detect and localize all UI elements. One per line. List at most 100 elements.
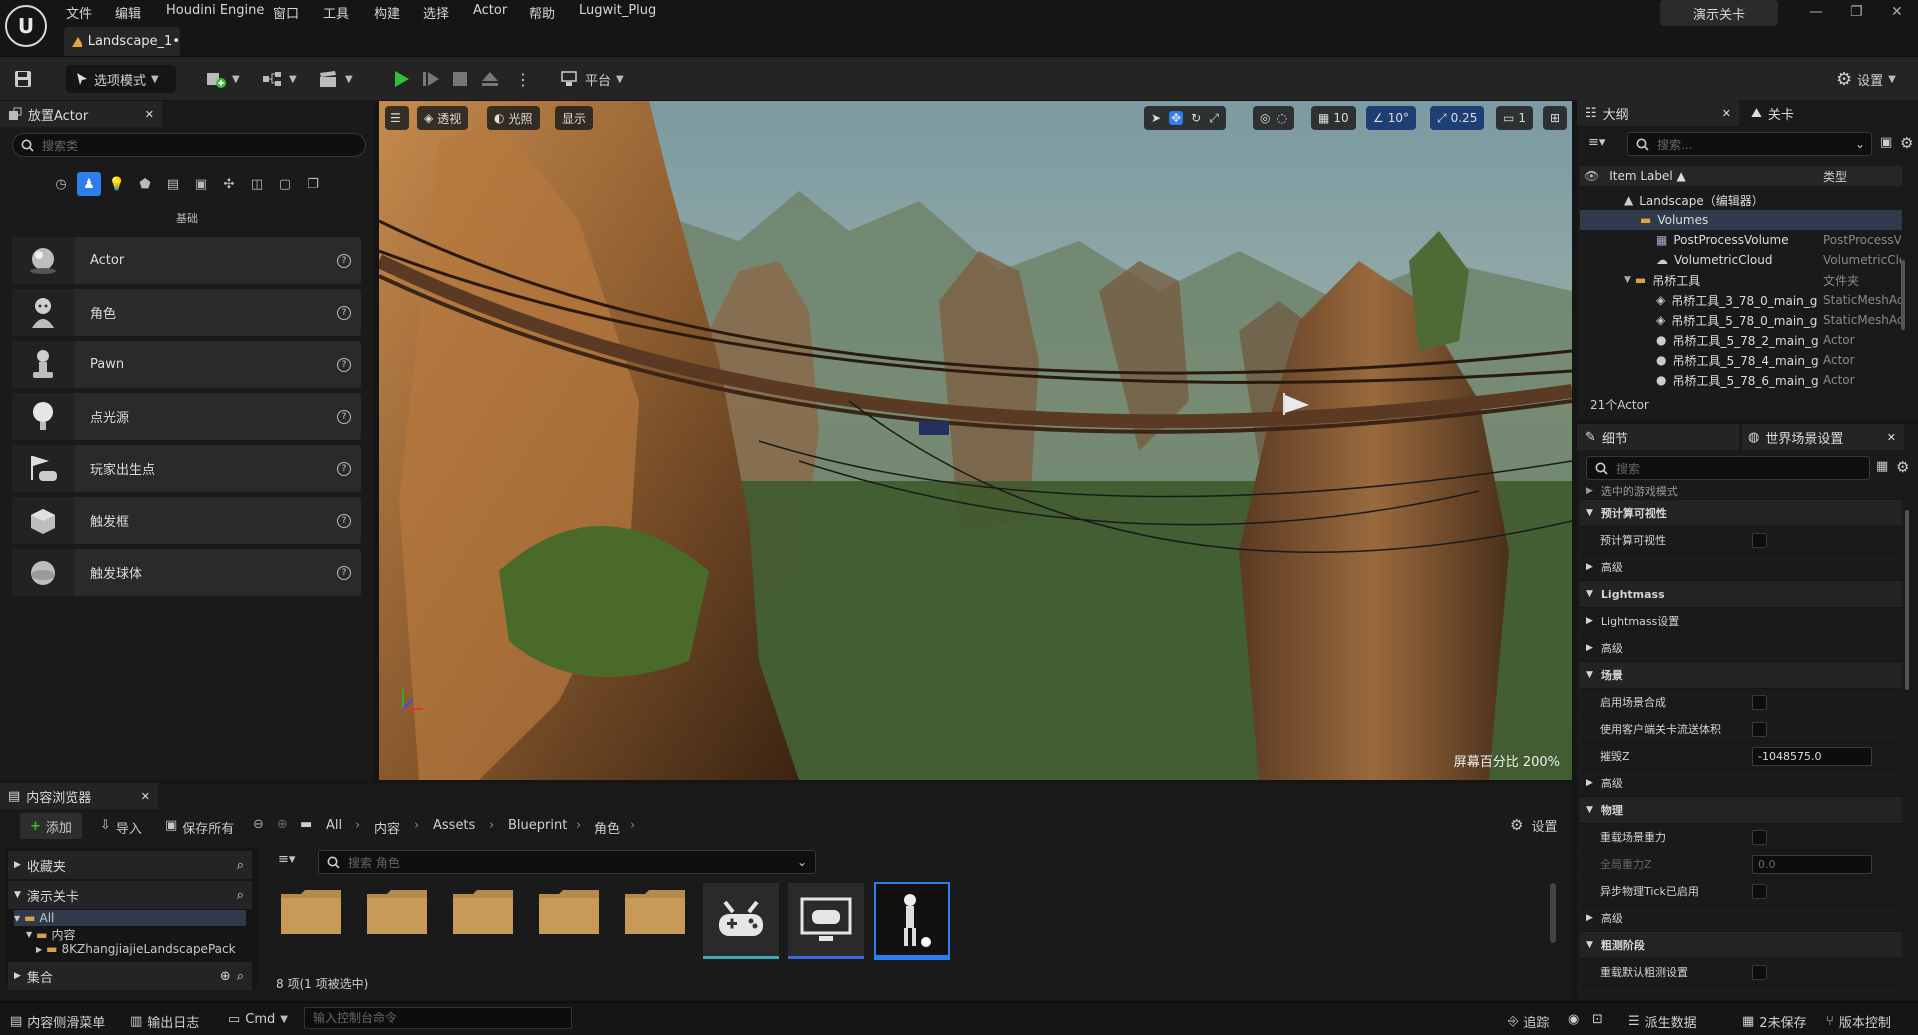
unsaved-button[interactable]: ▦ 2未保存: [1742, 1012, 1807, 1031]
outliner-row[interactable]: ● 吊桥工具_5_78_6_main_g Actor: [1580, 370, 1902, 390]
console-input[interactable]: 输入控制台命令: [304, 1007, 572, 1029]
source-control-button[interactable]: ⑂ 版本控制: [1826, 1012, 1891, 1031]
rotation-snap-button[interactable]: ∠ 10°: [1366, 106, 1417, 130]
translate-tool-icon[interactable]: ✥: [1169, 111, 1184, 125]
add-actor-dropdown[interactable]: ▼: [205, 65, 240, 93]
menu-actor[interactable]: Actor: [473, 3, 507, 18]
gear-icon[interactable]: ⚙: [1896, 458, 1909, 476]
favorites-section[interactable]: ▶ 收藏夹 ⌕: [8, 851, 252, 879]
detail-row[interactable]: ▶ 高级: [1580, 635, 1902, 662]
world-settings-tab[interactable]: ◍ 世界场景设置 ✕: [1742, 424, 1904, 450]
basic-category-icon[interactable]: ♟: [77, 172, 101, 196]
platform-dropdown[interactable]: 平台 ▼: [560, 65, 624, 93]
scale-snap-button[interactable]: ⤢ 0.25: [1430, 106, 1485, 130]
add-folder-icon[interactable]: ▣: [1880, 135, 1892, 150]
outliner-tab[interactable]: ☷ 大纲 ✕: [1577, 100, 1739, 126]
collections-section[interactable]: ▶ 集合 ⊕ ⌕: [8, 962, 252, 990]
place-actor-tab[interactable]: 放置Actor ✕: [0, 101, 162, 127]
help-icon[interactable]: ?: [337, 305, 351, 320]
filter-icon[interactable]: ≡▾: [278, 852, 295, 867]
minimize-icon[interactable]: —: [1809, 4, 1823, 20]
stop-button[interactable]: [452, 65, 468, 93]
coordinate-space-button[interactable]: ◎ ◌: [1253, 106, 1294, 130]
place-item-trigger-sphere[interactable]: 触发球体?: [12, 549, 361, 596]
folder-icon[interactable]: [623, 886, 687, 936]
eye-icon[interactable]: 👁: [1584, 169, 1599, 183]
settings-dropdown[interactable]: ⚙ 设置 ▼: [1836, 65, 1896, 93]
filter-icon[interactable]: ≡▾: [1588, 135, 1605, 150]
viewport-layout-button[interactable]: ⊞: [1543, 106, 1568, 130]
viewport-menu-button[interactable]: ☰: [385, 106, 409, 130]
outliner-row[interactable]: ● 吊桥工具_5_78_2_main_g Actor: [1580, 330, 1902, 350]
volumes-category-icon[interactable]: ✣: [217, 172, 241, 196]
output-log-button[interactable]: ▥ 输出日志: [130, 1012, 199, 1031]
menu-lugwit-plug[interactable]: Lugwit_Plug: [579, 3, 656, 18]
detail-row[interactable]: ▶ 高级: [1580, 905, 1902, 932]
add-collection-icon[interactable]: ⊕: [220, 969, 231, 984]
shapes-category-icon[interactable]: ⬟: [133, 172, 157, 196]
outliner-row[interactable]: ▦PostProcessVolumePostProcessVolume: [1580, 230, 1902, 250]
detail-section[interactable]: ▼ 场景: [1580, 662, 1902, 689]
tree-item-content[interactable]: ▼ ▬ 内容: [26, 926, 76, 943]
outliner-row[interactable]: ● 吊桥工具_5_78_4_main_g Actor: [1580, 350, 1902, 370]
screenshot-icon[interactable]: ⊡: [1592, 1012, 1603, 1027]
more-category-icon[interactable]: ❐: [301, 172, 325, 196]
forward-icon[interactable]: ⊕: [277, 817, 288, 832]
back-icon[interactable]: ⊖: [253, 817, 264, 832]
play-options-button[interactable]: ⋮: [515, 65, 531, 93]
perspective-button[interactable]: ◈ 透视: [417, 106, 469, 130]
menu-select[interactable]: 选择: [423, 3, 449, 22]
detail-row[interactable]: ▶ Lightmass设置: [1580, 608, 1902, 635]
breadcrumb-character[interactable]: 角色: [594, 818, 620, 837]
lights-category-icon[interactable]: 💡: [105, 172, 129, 196]
place-item-pawn[interactable]: Pawn?: [12, 341, 361, 388]
scale-tool-icon[interactable]: ⤢: [1209, 111, 1219, 126]
asset-character[interactable]: [874, 882, 950, 960]
close-icon[interactable]: ✕: [1891, 4, 1903, 20]
col-type[interactable]: 类型: [1823, 168, 1901, 185]
details-scrollbar[interactable]: [1905, 510, 1909, 690]
detail-section[interactable]: ▼ 物理: [1580, 797, 1902, 824]
help-icon[interactable]: ?: [337, 253, 351, 268]
place-item-character[interactable]: 角色?: [12, 289, 361, 336]
cinematic-category-icon[interactable]: ▤: [161, 172, 185, 196]
play-button[interactable]: [392, 65, 410, 93]
outliner-row[interactable]: ▼ ▬ 吊桥工具 文件夹: [1580, 270, 1902, 290]
select-tool-icon[interactable]: ➤: [1151, 111, 1161, 125]
grid-snap-button[interactable]: ▦ 10: [1311, 106, 1356, 130]
checkbox[interactable]: [1752, 532, 1767, 548]
place-actor-search[interactable]: 搜索类: [12, 133, 366, 157]
asset-scrollbar[interactable]: [1550, 883, 1556, 943]
checkbox[interactable]: [1752, 883, 1767, 899]
search-icon[interactable]: ⌕: [237, 888, 244, 903]
place-item-trigger-box[interactable]: 触发框?: [12, 497, 361, 544]
record-icon[interactable]: ◉: [1568, 1012, 1579, 1027]
detail-row[interactable]: ▶ 高级: [1580, 770, 1902, 797]
menu-build[interactable]: 构建: [374, 3, 400, 22]
folder-icon[interactable]: [279, 886, 343, 936]
close-tab-icon[interactable]: ✕: [1887, 431, 1896, 444]
expand-arrow-icon[interactable]: ▼: [1624, 275, 1631, 285]
search-icon[interactable]: ⌕: [237, 969, 244, 984]
blueprint-dropdown[interactable]: ▼: [262, 65, 297, 93]
folder-icon[interactable]: [537, 886, 601, 936]
asset-hud[interactable]: [788, 883, 864, 959]
checkbox[interactable]: [1752, 721, 1767, 737]
detail-row[interactable]: ▶ 选中的游戏模式: [1580, 483, 1902, 500]
visual-effects-category-icon[interactable]: ▣: [189, 172, 213, 196]
menu-file[interactable]: 文件: [66, 3, 92, 22]
camera-speed-button[interactable]: ▭ 1: [1496, 106, 1533, 130]
save-all-button[interactable]: ▣ 保存所有: [165, 818, 234, 837]
recent-category-icon[interactable]: ◷: [49, 172, 73, 196]
save-icon[interactable]: [14, 65, 32, 93]
outliner-row[interactable]: ◈吊桥工具_3_78_0_main_gStaticMeshActor: [1580, 290, 1902, 310]
content-drawer-button[interactable]: ▤ 内容侧滑菜单: [10, 1012, 105, 1031]
eject-button[interactable]: [481, 65, 499, 93]
table-view-icon[interactable]: ▦: [1876, 459, 1888, 474]
folder-icon[interactable]: ▬: [300, 817, 312, 832]
asset-gamemode[interactable]: [703, 883, 779, 959]
folder-icon[interactable]: [365, 886, 429, 936]
place-item-actor[interactable]: Actor?: [12, 237, 361, 284]
close-tab-icon[interactable]: ✕: [145, 108, 154, 121]
level-viewport[interactable]: 屏幕百分比 200%: [379, 101, 1572, 780]
